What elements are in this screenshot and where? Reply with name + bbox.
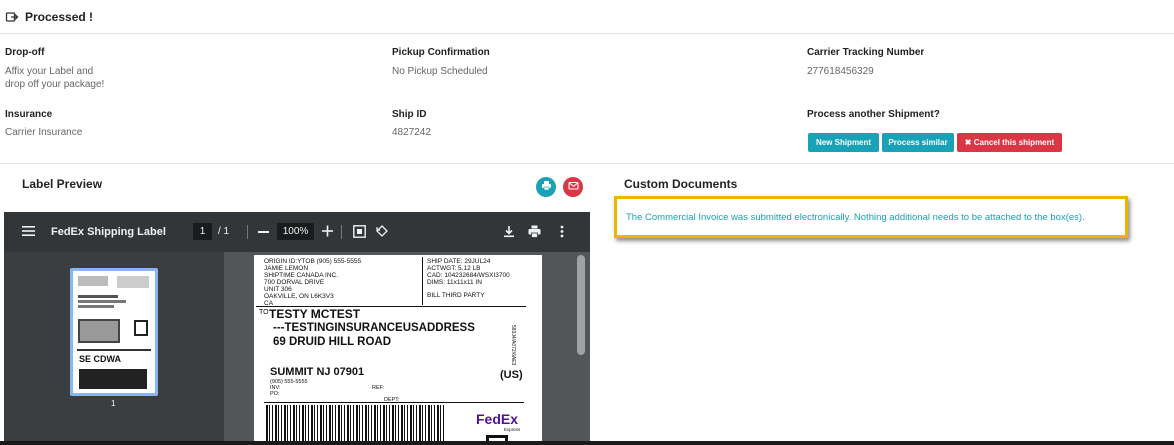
recipient-block: TESTY MCTEST ---TESTINGINSURANCEUSADDRES…	[269, 307, 475, 349]
download-icon[interactable]	[503, 225, 515, 241]
sender-street: 700 DORVAL DRIVE	[264, 279, 325, 286]
sender-company: SHIPTIME CANADA INC.	[264, 272, 339, 279]
dropoff-label: Drop-off	[5, 47, 45, 58]
recipient-country: (US)	[500, 369, 523, 381]
page-header: Processed !	[0, 0, 1174, 34]
pdf-thumbnail-sidebar: SE CDWA 1	[4, 252, 224, 445]
dimensions: DIMS: 11x11x11 IN	[427, 279, 482, 286]
page-title: Processed !	[25, 9, 94, 24]
toolbar-separator	[247, 225, 248, 239]
thumbnail-service-code: SE CDWA	[79, 354, 122, 364]
page-number-input[interactable]: 1	[193, 223, 212, 240]
dropoff-value-line2: drop off your package!	[5, 79, 105, 90]
tracking-value: 277618456329	[807, 66, 874, 77]
zoom-level-input[interactable]: 100%	[277, 223, 314, 240]
process-another-info: Process another Shipment?	[807, 109, 940, 120]
label-preview-title: Label Preview	[22, 177, 103, 191]
label-rule-2	[264, 402, 524, 403]
insurance-value: Carrier Insurance	[5, 127, 83, 138]
toolbar-separator	[341, 225, 342, 239]
to-marker: TO	[259, 309, 269, 316]
fit-page-icon[interactable]	[353, 225, 366, 241]
ref-field: REF:	[372, 385, 385, 391]
sender-unit: UNIT 306	[264, 286, 292, 293]
process-similar-button[interactable]: Process similar	[882, 133, 954, 152]
custom-documents-notice: The Commercial Invoice was submitted ele…	[614, 196, 1128, 238]
shipid-label: Ship ID	[392, 109, 427, 120]
tracking-label: Carrier Tracking Number	[807, 47, 925, 58]
shipment-processed-page: Processed ! Drop-off Affix your Label an…	[0, 0, 1174, 445]
new-shipment-button[interactable]: New Shipment	[808, 133, 879, 152]
recipient-city: SUMMIT NJ 07901	[270, 366, 365, 378]
po-field: PO:	[270, 391, 280, 397]
bill-type: BILL THIRD PARTY	[427, 292, 485, 299]
print-icon	[541, 178, 552, 196]
sender-city: OAKVILLE, ON L6K3V3	[264, 293, 334, 300]
side-code: 583J4/A072/6AE3	[510, 325, 516, 366]
fedex-logo: FedEx	[476, 411, 519, 427]
recipient-line2: ---TESTINGINSURANCEUSADDRESS	[273, 322, 475, 334]
page-total: / 1	[218, 226, 230, 237]
recipient-name: TESTY MCTEST	[269, 307, 361, 321]
dropoff-value-line1: Affix your Label and	[5, 66, 94, 77]
rotate-icon[interactable]	[375, 224, 389, 241]
fedex-express-text: Express	[504, 427, 521, 432]
shipid-info: Ship ID 4827242	[392, 109, 431, 139]
section-divider	[0, 163, 1174, 164]
pdf-viewer[interactable]: FedEx Shipping Label 1 / 1 100% SE CDWA …	[4, 212, 590, 445]
pdf-scrollbar[interactable]	[577, 255, 585, 355]
recipient-extra: (905) 555-5555 INV: PO:	[270, 379, 308, 397]
origin-line: ORIGIN ID:YTOB (905) 555-5555	[264, 258, 362, 265]
zoom-in-icon[interactable]	[322, 224, 333, 241]
email-label-button[interactable]	[563, 177, 583, 197]
custom-documents-message: The Commercial Invoice was submitted ele…	[626, 211, 1085, 223]
shipid-value: 4827242	[392, 127, 431, 138]
insurance-label: Insurance	[5, 109, 53, 120]
cad-number: CAD: 104232684/WSXI3700	[427, 272, 510, 279]
thumbnail-page-number: 1	[111, 399, 116, 408]
bottom-border	[0, 441, 1174, 445]
share-arrow-icon	[5, 10, 19, 24]
sender-name: JAMIE LEMON	[264, 265, 309, 272]
custom-documents-title: Custom Documents	[624, 177, 738, 191]
menu-icon[interactable]	[22, 225, 35, 240]
insurance-info: Insurance Carrier Insurance	[5, 109, 82, 139]
process-another-label: Process another Shipment?	[807, 109, 940, 120]
pickup-value: No Pickup Scheduled	[392, 66, 488, 77]
email-icon	[567, 178, 579, 196]
page-thumbnail[interactable]: SE CDWA	[70, 268, 158, 396]
ship-date: SHIP DATE: 29JUL24	[427, 258, 491, 265]
label-divider	[422, 257, 423, 305]
pickup-label: Pickup Confirmation	[392, 47, 490, 58]
dropoff-info: Drop-off Affix your Label and drop off y…	[5, 47, 104, 91]
tracking-info: Carrier Tracking Number 277618456329	[807, 47, 924, 78]
recipient-street: 69 DRUID HILL ROAD	[273, 336, 391, 348]
print-label-button[interactable]	[536, 177, 556, 197]
more-options-icon[interactable]	[560, 225, 564, 241]
pdf-title: FedEx Shipping Label	[51, 226, 166, 238]
zoom-out-icon[interactable]	[258, 231, 269, 233]
sender-block: ORIGIN ID:YTOB (905) 555-5555 JAMIE LEMO…	[264, 258, 424, 307]
actual-weight: ACTWGT: 5.12 LB	[427, 265, 481, 272]
2d-barcode	[266, 405, 446, 445]
shipping-label-page: ORIGIN ID:YTOB (905) 555-5555 JAMIE LEMO…	[254, 255, 542, 445]
pickup-info: Pickup Confirmation No Pickup Scheduled	[392, 47, 490, 78]
print-pdf-icon[interactable]	[528, 225, 541, 241]
cancel-shipment-button[interactable]: ✖ Cancel this shipment	[957, 133, 1062, 152]
pdf-toolbar: FedEx Shipping Label 1 / 1 100%	[4, 212, 590, 252]
ship-details-block: SHIP DATE: 29JUL24 ACTWGT: 5.12 LB CAD: …	[427, 258, 542, 299]
